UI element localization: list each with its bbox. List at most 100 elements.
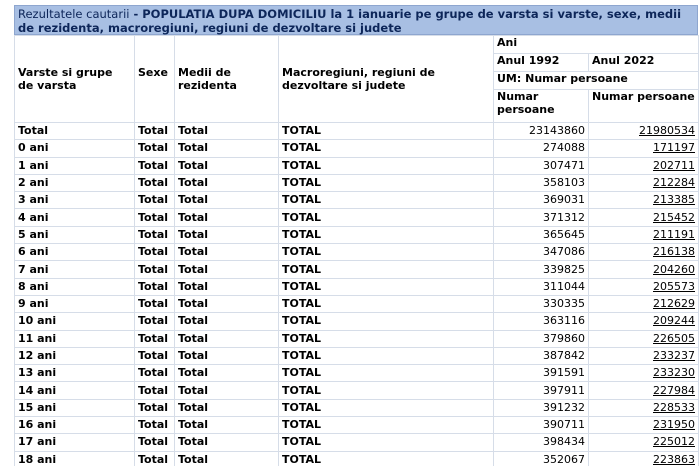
cell-sex: Total bbox=[134, 173, 175, 193]
cell-value-1992: 352067 bbox=[493, 450, 589, 466]
table-row: 17 ani Total Total TOTAL 398434 225012 bbox=[14, 433, 699, 452]
value-link[interactable]: 228533 bbox=[653, 401, 695, 414]
cell-medium: Total bbox=[174, 208, 279, 227]
header-medium: Medii de rezidenta bbox=[174, 35, 279, 123]
cell-value-2022: 231950 bbox=[588, 416, 699, 435]
cell-age: 5 ani bbox=[14, 225, 135, 245]
cell-value-1992: 371312 bbox=[493, 208, 589, 227]
table-row: 2 ani Total Total TOTAL 358103 212284 bbox=[14, 173, 699, 193]
cell-medium: Total bbox=[174, 416, 279, 435]
cell-region: TOTAL bbox=[278, 294, 494, 314]
value-link[interactable]: 213385 bbox=[653, 193, 695, 206]
value-link[interactable]: 211191 bbox=[653, 228, 695, 241]
cell-value-1992: 311044 bbox=[493, 277, 589, 296]
table-row: 8 ani Total Total TOTAL 311044 205573 bbox=[14, 277, 699, 296]
value-link[interactable]: 226505 bbox=[653, 332, 695, 345]
cell-sex: Total bbox=[134, 277, 175, 296]
cell-value-2022: 223863 bbox=[588, 450, 699, 466]
cell-sex: Total bbox=[134, 156, 175, 175]
cell-sex: Total bbox=[134, 243, 175, 262]
cell-region: TOTAL bbox=[278, 173, 494, 193]
value-link[interactable]: 227984 bbox=[653, 384, 695, 397]
cell-age: 15 ani bbox=[14, 398, 135, 418]
cell-age: 4 ani bbox=[14, 208, 135, 227]
cell-region: TOTAL bbox=[278, 121, 494, 141]
cell-value-2022: 225012 bbox=[588, 433, 699, 452]
cell-age: 16 ani bbox=[14, 416, 135, 435]
value-link[interactable]: 233230 bbox=[653, 366, 695, 379]
cell-age: 0 ani bbox=[14, 139, 135, 158]
cell-medium: Total bbox=[174, 450, 279, 466]
cell-medium: Total bbox=[174, 173, 279, 193]
value-link[interactable]: 215452 bbox=[653, 211, 695, 224]
cell-sex: Total bbox=[134, 364, 175, 383]
cell-age: 8 ani bbox=[14, 277, 135, 296]
value-link[interactable]: 212629 bbox=[653, 297, 695, 310]
cell-region: TOTAL bbox=[278, 312, 494, 331]
cell-sex: Total bbox=[134, 139, 175, 158]
cell-sex: Total bbox=[134, 433, 175, 452]
value-link[interactable]: 202711 bbox=[653, 159, 695, 172]
cell-value-2022: 215452 bbox=[588, 208, 699, 227]
table-row: 5 ani Total Total TOTAL 365645 211191 bbox=[14, 225, 699, 245]
cell-value-1992: 365645 bbox=[493, 225, 589, 245]
table-row: 4 ani Total Total TOTAL 371312 215452 bbox=[14, 208, 699, 227]
cell-medium: Total bbox=[174, 364, 279, 383]
cell-sex: Total bbox=[134, 225, 175, 245]
cell-sex: Total bbox=[134, 312, 175, 331]
cell-age: 3 ani bbox=[14, 191, 135, 210]
cell-medium: Total bbox=[174, 191, 279, 210]
cell-medium: Total bbox=[174, 260, 279, 279]
cell-medium: Total bbox=[174, 433, 279, 452]
table-row: 16 ani Total Total TOTAL 390711 231950 bbox=[14, 416, 699, 435]
value-link[interactable]: 21980534 bbox=[639, 124, 695, 137]
cell-value-2022: 21980534 bbox=[588, 121, 699, 141]
cell-age: 14 ani bbox=[14, 381, 135, 400]
cell-value-2022: 212629 bbox=[588, 294, 699, 314]
cell-region: TOTAL bbox=[278, 260, 494, 279]
cell-medium: Total bbox=[174, 294, 279, 314]
cell-region: TOTAL bbox=[278, 329, 494, 348]
header-region: Macroregiuni, regiuni de dezvoltare si j… bbox=[278, 35, 494, 123]
value-link[interactable]: 205573 bbox=[653, 280, 695, 293]
value-link[interactable]: 223863 bbox=[653, 453, 695, 466]
cell-region: TOTAL bbox=[278, 450, 494, 466]
cell-medium: Total bbox=[174, 277, 279, 296]
cell-medium: Total bbox=[174, 243, 279, 262]
cell-medium: Total bbox=[174, 346, 279, 366]
header-unit-1992: Numar persoane bbox=[493, 89, 589, 123]
value-link[interactable]: 231950 bbox=[653, 418, 695, 431]
cell-sex: Total bbox=[134, 450, 175, 466]
cell-age: Total bbox=[14, 121, 135, 141]
cell-age: 11 ani bbox=[14, 329, 135, 348]
cell-value-1992: 391591 bbox=[493, 364, 589, 383]
cell-value-2022: 171197 bbox=[588, 139, 699, 158]
header-age: Varste si grupe de varsta bbox=[14, 35, 135, 123]
value-link[interactable]: 225012 bbox=[653, 435, 695, 448]
value-link[interactable]: 171197 bbox=[653, 141, 695, 154]
table-row: 11 ani Total Total TOTAL 379860 226505 bbox=[14, 329, 699, 348]
header-um: UM: Numar persoane bbox=[493, 71, 699, 90]
cell-value-2022: 202711 bbox=[588, 156, 699, 175]
table-row: 13 ani Total Total TOTAL 391591 233230 bbox=[14, 364, 699, 383]
cell-sex: Total bbox=[134, 121, 175, 141]
cell-age: 17 ani bbox=[14, 433, 135, 452]
value-link[interactable]: 209244 bbox=[653, 314, 695, 327]
cell-value-1992: 358103 bbox=[493, 173, 589, 193]
value-link[interactable]: 216138 bbox=[653, 245, 695, 258]
header-row-ani: Varste si grupe de varsta Sexe Medii de … bbox=[14, 35, 699, 123]
cell-value-2022: 216138 bbox=[588, 243, 699, 262]
cell-medium: Total bbox=[174, 329, 279, 348]
table-row: 7 ani Total Total TOTAL 339825 204260 bbox=[14, 260, 699, 279]
cell-medium: Total bbox=[174, 398, 279, 418]
table-row: 15 ani Total Total TOTAL 391232 228533 bbox=[14, 398, 699, 418]
value-link[interactable]: 233237 bbox=[653, 349, 695, 362]
cell-value-1992: 387842 bbox=[493, 346, 589, 366]
cell-medium: Total bbox=[174, 139, 279, 158]
cell-region: TOTAL bbox=[278, 156, 494, 175]
header-ani: Ani bbox=[493, 35, 699, 54]
value-link[interactable]: 204260 bbox=[653, 263, 695, 276]
cell-age: 13 ani bbox=[14, 364, 135, 383]
value-link[interactable]: 212284 bbox=[653, 176, 695, 189]
cell-region: TOTAL bbox=[278, 398, 494, 418]
